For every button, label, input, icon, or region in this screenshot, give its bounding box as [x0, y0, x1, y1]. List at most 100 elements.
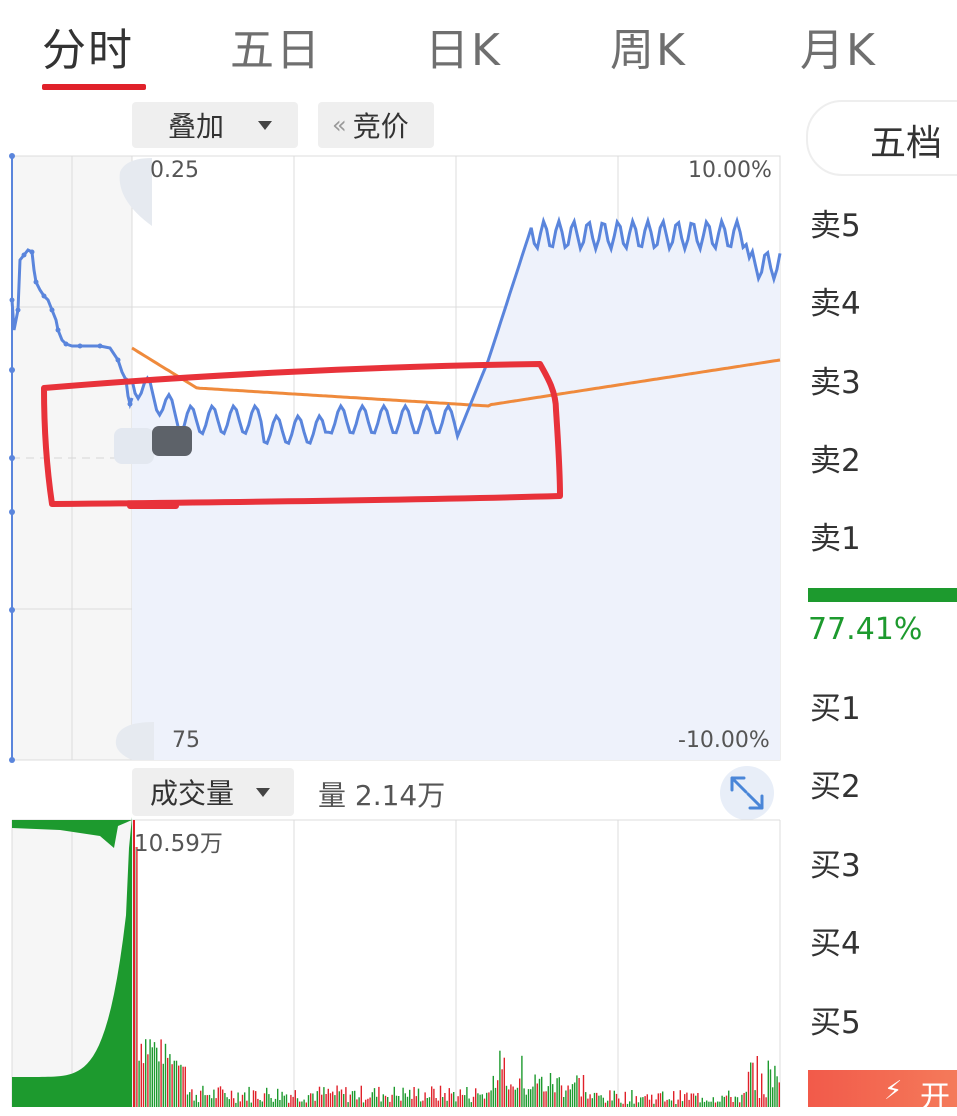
volume-bar	[536, 1083, 538, 1107]
volume-bar	[615, 1093, 618, 1107]
volume-bar	[778, 1082, 780, 1107]
volume-bar	[670, 1100, 673, 1107]
volume-bar	[464, 1095, 466, 1107]
volume-bar	[206, 1095, 208, 1107]
volume-bar	[345, 1087, 347, 1107]
volume-bar	[739, 1102, 741, 1107]
five-level-tab[interactable]: 五档	[806, 100, 957, 176]
volume-bar	[268, 1094, 270, 1107]
volume-bar	[479, 1094, 481, 1107]
buy-level-1: 买1	[810, 691, 861, 727]
volume-bar	[189, 1092, 191, 1107]
volume-bar	[413, 1087, 415, 1107]
volume-bar	[336, 1085, 338, 1107]
volume-bar	[391, 1094, 393, 1107]
volume-bar	[593, 1092, 596, 1107]
volume-bar	[560, 1085, 563, 1107]
volume-bar	[426, 1098, 428, 1107]
volume-bar	[222, 1089, 224, 1107]
volume-bar	[679, 1090, 681, 1107]
volume-bar	[290, 1094, 292, 1107]
volume-bar	[734, 1096, 736, 1107]
volume-bar	[758, 1098, 761, 1107]
volume-bar	[763, 1094, 765, 1107]
volume-bar	[457, 1096, 459, 1107]
volume-bar	[329, 1093, 332, 1107]
volume-bar	[288, 1102, 290, 1107]
volume-bar	[378, 1086, 380, 1107]
volume-bar	[305, 1102, 307, 1107]
volume-bar	[235, 1102, 237, 1107]
volume-bar	[411, 1098, 413, 1107]
volume-bar	[706, 1100, 708, 1107]
volume-bar	[492, 1075, 494, 1107]
volume-bar	[283, 1095, 285, 1107]
volume-bar	[745, 1091, 747, 1107]
volume-bar	[149, 1039, 151, 1107]
volume-bar	[613, 1090, 615, 1107]
buy-sell-ratio: 77.41%	[808, 612, 923, 647]
volume-bar	[332, 1091, 334, 1107]
volume-bar	[277, 1088, 279, 1107]
volume-bar	[145, 1039, 147, 1107]
volume-bar	[369, 1097, 371, 1107]
volume-bar	[382, 1094, 384, 1107]
volume-bar	[415, 1096, 417, 1107]
volume-bar	[494, 1087, 497, 1107]
volume-bar	[508, 1089, 510, 1107]
volume-bar	[147, 1054, 149, 1107]
volume-bar	[428, 1097, 431, 1107]
buy-level-5: 买5	[810, 1005, 861, 1041]
volume-bar	[184, 1066, 186, 1107]
buy-level-2: 买2	[810, 769, 861, 805]
volume-bar	[609, 1090, 611, 1107]
volume-bar	[259, 1100, 261, 1107]
volume-bar	[354, 1090, 356, 1107]
sell-level-4: 卖4	[810, 286, 861, 322]
volume-bar	[717, 1101, 719, 1107]
volume-bar	[314, 1100, 316, 1107]
volume-bar	[719, 1101, 721, 1107]
volume-bar	[648, 1099, 651, 1107]
open-account-button[interactable]: ⚡ 开	[808, 1070, 957, 1115]
volume-bar	[338, 1091, 340, 1107]
volume-bar	[239, 1101, 241, 1107]
volume-bar	[230, 1090, 233, 1107]
volume-bar	[356, 1099, 358, 1107]
volume-bar	[301, 1101, 303, 1107]
volume-bar	[563, 1097, 565, 1107]
volume-bar	[602, 1097, 604, 1107]
volume-bar	[481, 1094, 483, 1107]
volume-bar	[699, 1102, 701, 1107]
volume-bar	[635, 1096, 637, 1107]
volume-bar	[488, 1092, 490, 1107]
volume-bar	[483, 1098, 486, 1107]
volume-bar	[598, 1095, 600, 1107]
volume-bar	[741, 1094, 743, 1107]
volume-bar	[468, 1098, 470, 1107]
volume-bar	[433, 1088, 435, 1107]
volume-bar	[439, 1085, 442, 1107]
volume-bar	[197, 1102, 200, 1107]
volume-bar	[714, 1102, 717, 1107]
volume-bar	[142, 1063, 145, 1107]
volume-bar	[246, 1100, 248, 1107]
volume-bar	[349, 1094, 351, 1107]
volume-bar	[279, 1100, 281, 1107]
volume-bar	[420, 1101, 422, 1107]
volume-bar	[409, 1089, 411, 1107]
volume-bar	[217, 1087, 219, 1107]
volume-bar	[316, 1091, 318, 1107]
volume-bar	[732, 1102, 734, 1107]
volume-bar	[477, 1093, 479, 1107]
volume-bar	[499, 1050, 501, 1107]
volume-bar	[543, 1091, 545, 1107]
volume-bar	[171, 1064, 173, 1107]
volume-bar	[497, 1080, 499, 1107]
volume-bar	[156, 1047, 158, 1107]
volume-bar	[620, 1102, 622, 1107]
volume-bar	[404, 1093, 406, 1107]
volume-bar	[173, 1060, 175, 1107]
volume-bar	[393, 1086, 395, 1107]
volume-bar	[208, 1094, 211, 1107]
